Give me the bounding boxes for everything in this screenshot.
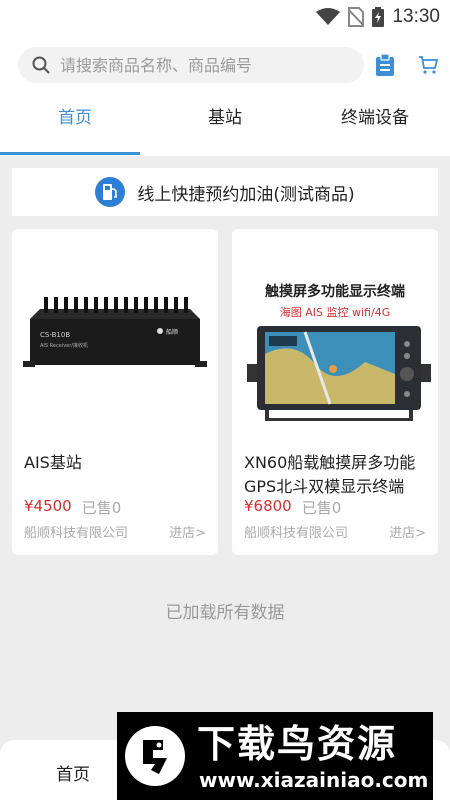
watermark-overlay: 下载鸟资源 www.xiazainiao.com [117, 712, 433, 800]
price-row: ¥6800 已售0 [244, 497, 341, 518]
search-bar[interactable] [18, 47, 364, 83]
fuel-pump-icon [95, 177, 126, 207]
product-name: AIS基站 [24, 453, 82, 472]
device-model-label: CS-B10B [40, 331, 70, 339]
tab-home[interactable]: 首页 [0, 100, 150, 152]
clipboard-icon [376, 53, 394, 76]
image-headline: 触摸屏多功能显示终端 [264, 283, 405, 300]
price-row: ¥4500 已售0 [24, 497, 121, 518]
product-image: 触摸屏多功能显示终端 海图 AIS 监控 wifi/4G [232, 229, 438, 439]
enter-shop-link[interactable]: 进店> [169, 522, 206, 541]
watermark-url: www.xiazainiao.com [199, 768, 429, 792]
no-sim-icon [348, 7, 365, 27]
wifi-icon [316, 8, 341, 25]
header: 首页 基站 终端设备 [0, 34, 450, 156]
product-image: CS-B10B AIS Receiver/接收机 船顺 [12, 229, 218, 439]
watermark-title: 下载鸟资源 [197, 722, 398, 766]
product-card[interactable]: 触摸屏多功能显示终端 海图 AIS 监控 wifi/4G XN60船载触摸屏多功… [232, 229, 438, 555]
battery-icon [372, 7, 385, 27]
product-sold-count: 已售0 [301, 499, 342, 517]
search-input[interactable] [60, 55, 340, 75]
image-subline: 海图 AIS 监控 wifi/4G [280, 305, 390, 319]
bottom-nav-home[interactable]: 首页 [56, 760, 90, 785]
tab-indicator [0, 152, 140, 155]
device-brand-label: 船顺 [166, 328, 178, 336]
enter-shop-link[interactable]: 进店> [389, 522, 426, 541]
status-bar: 13:30 [0, 0, 450, 34]
all-data-loaded-text: 已加载所有数据 [165, 603, 285, 623]
shop-name: 船顺科技有限公司 [244, 526, 349, 541]
product-grid: CS-B10B AIS Receiver/接收机 船顺 AIS基站 ¥4500 … [12, 229, 438, 555]
banner-text: 线上快捷预约加油(测试商品) [137, 184, 355, 205]
search-icon [32, 56, 50, 74]
product-price: ¥4500 [24, 497, 72, 515]
product-name: XN60船载触摸屏多功能GPS北斗双模显示终端 [244, 453, 416, 496]
clipboard-button[interactable] [376, 53, 394, 80]
tab-terminal-device[interactable]: 终端设备 [300, 100, 450, 152]
bird-logo-icon [125, 726, 185, 786]
cart-button[interactable] [418, 55, 439, 79]
product-sold-count: 已售0 [81, 499, 122, 517]
cart-icon [419, 56, 439, 74]
product-card[interactable]: CS-B10B AIS Receiver/接收机 船顺 AIS基站 ¥4500 … [12, 229, 218, 555]
device-desc-label: AIS Receiver/接收机 [40, 342, 88, 349]
shop-name: 船顺科技有限公司 [24, 526, 129, 541]
tab-bar: 首页 基站 终端设备 [0, 100, 450, 152]
shop-row: 船顺科技有限公司 进店> [24, 522, 206, 541]
tab-base-station[interactable]: 基站 [150, 100, 300, 152]
fuel-booking-banner[interactable]: 线上快捷预约加油(测试商品) [12, 168, 438, 216]
product-price: ¥6800 [244, 497, 292, 515]
status-time: 13:30 [392, 6, 440, 27]
shop-row: 船顺科技有限公司 进店> [244, 522, 426, 541]
